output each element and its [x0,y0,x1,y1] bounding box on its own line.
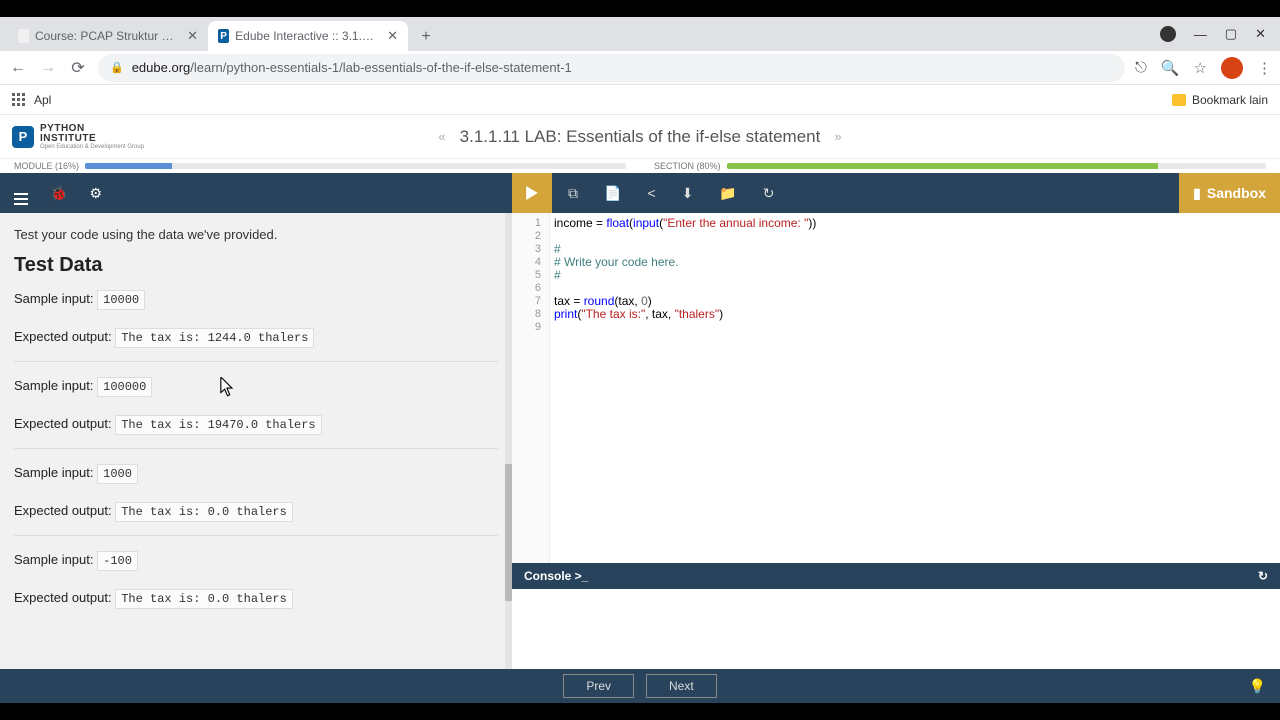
search-icon[interactable]: 🔍 [1161,59,1180,77]
sample-input-label: Sample input: [14,291,94,306]
apps-link[interactable]: Apl [34,93,51,107]
tab-label: Course: PCAP Struktur Data A 20 [35,29,175,43]
test-data-heading: Test Data [14,254,498,277]
editor-panel: ⧉ 📄 < ⬇ 📁 ↻ ▮ Sandbox 123456789 income =… [512,173,1280,669]
expected-output-label: Expected output: [14,416,112,431]
expected-output-value: The tax is: 1244.0 thalers [115,328,314,348]
back-button[interactable]: ← [8,58,28,78]
profile-avatar[interactable] [1221,57,1243,79]
menu-icon[interactable]: ⋮ [1257,59,1272,77]
logo-subtext: Open Education & Development Group [40,144,144,150]
gear-icon[interactable]: ⚙ [89,185,102,202]
forward-button[interactable]: → [38,58,58,78]
sandbox-button[interactable]: ▮ Sandbox [1179,173,1280,213]
prev-lesson-icon[interactable]: « [438,129,445,144]
module-progress-bar [85,163,626,169]
browser-tabstrip: Course: PCAP Struktur Data A 20 ✕ P Edub… [0,17,1280,51]
window-controls: — ▢ ✕ [1160,17,1276,51]
next-button[interactable]: Next [646,674,717,698]
console-refresh-icon[interactable]: ↻ [1258,569,1268,583]
other-bookmarks[interactable]: Bookmark lain [1192,93,1268,107]
lock-icon: 🔒 [110,61,124,74]
instructions-panel: 🐞 ⚙ Test your code using the data we've … [0,173,512,669]
copy-icon[interactable]: ⧉ [568,185,578,202]
maximize-button[interactable]: ▢ [1225,26,1237,42]
sample-input-label: Sample input: [14,378,94,393]
tab-close-icon[interactable]: ✕ [187,28,198,44]
paste-icon[interactable]: 📄 [604,185,621,202]
section-progress-bar [727,163,1266,169]
expected-output-label: Expected output: [14,503,112,518]
bug-icon[interactable]: 🐞 [50,185,67,202]
sample-input-label: Sample input: [14,552,94,567]
instructions-content[interactable]: Test your code using the data we've prov… [0,213,512,669]
sandbox-label: Sandbox [1207,185,1266,201]
folder-icon[interactable]: 📁 [719,185,736,202]
expected-output-value: The tax is: 0.0 thalers [115,502,293,522]
scrollbar[interactable] [505,213,512,669]
line-gutter: 123456789 [512,213,550,563]
expected-output-label: Expected output: [14,329,112,344]
run-button[interactable] [512,173,552,213]
tab-label: Edube Interactive :: 3.1.1.11 LAB [235,29,375,43]
lesson-title-text: 3.1.1.11 LAB: Essentials of the if-else … [460,127,821,147]
sample-input-value: 10000 [97,290,145,310]
intro-text: Test your code using the data we've prov… [14,227,498,242]
new-tab-button[interactable]: + [412,23,440,51]
file-icon: ▮ [1193,185,1201,202]
sample-input-value: 100000 [97,377,152,397]
menu-icon[interactable] [14,182,28,205]
console-header: Console >_ ↻ [512,563,1280,589]
hint-icon[interactable]: 💡 [1249,678,1266,695]
sample-input-label: Sample input: [14,465,94,480]
site-header: P PYTHON INSTITUTE Open Education & Deve… [0,115,1280,159]
translate-icon[interactable]: ⎋ [1135,59,1147,76]
minimize-button[interactable]: — [1194,27,1207,42]
prev-button[interactable]: Prev [563,674,634,698]
bookmark-star-icon[interactable]: ☆ [1194,59,1207,77]
instructions-toolbar: 🐞 ⚙ [0,173,512,213]
expected-output-value: The tax is: 19470.0 thalers [115,415,321,435]
url-path: /learn/python-essentials-1/lab-essential… [190,60,572,75]
tab-close-icon[interactable]: ✕ [387,28,398,44]
progress-row: MODULE (16%) SECTION (80%) [0,159,1280,173]
url-domain: edube.org [132,60,191,75]
url-input[interactable]: 🔒 edube.org/learn/python-essentials-1/la… [98,54,1125,82]
editor-toolbar: ⧉ 📄 < ⬇ 📁 ↻ ▮ Sandbox [512,173,1280,213]
code-editor[interactable]: 123456789 income = float(input("Enter th… [512,213,1280,563]
sample-input-value: -100 [97,551,138,571]
share-icon[interactable]: < [647,185,655,202]
console-label: Console >_ [524,569,588,583]
next-lesson-icon[interactable]: » [834,129,841,144]
bookmarks-bar: Apl Bookmark lain [0,85,1280,115]
module-progress-label: MODULE (16%) [14,161,79,171]
tab-course[interactable]: Course: PCAP Struktur Data A 20 ✕ [8,21,208,51]
favicon-icon: P [218,29,229,43]
extension-icon[interactable] [1160,26,1176,42]
expected-output-value: The tax is: 0.0 thalers [115,589,293,609]
logo-badge-icon: P [12,126,34,148]
sample-input-value: 1000 [97,464,138,484]
lesson-title: « 3.1.1.11 LAB: Essentials of the if-els… [438,127,841,147]
address-bar: ← → ⟳ 🔒 edube.org/learn/python-essential… [0,51,1280,85]
download-icon[interactable]: ⬇ [682,185,694,202]
logo-text: INSTITUTE [40,134,144,144]
console-output[interactable] [512,589,1280,669]
section-progress-label: SECTION (80%) [654,161,721,171]
close-window-button[interactable]: ✕ [1255,26,1266,42]
apps-icon[interactable] [12,93,26,107]
logo[interactable]: P PYTHON INSTITUTE Open Education & Deve… [12,124,144,150]
reload-button[interactable]: ⟳ [68,58,88,78]
logo-text: PYTHON [40,124,144,134]
code-area[interactable]: income = float(input("Enter the annual i… [550,213,1280,563]
expected-output-label: Expected output: [14,590,112,605]
folder-icon [1172,94,1186,106]
tab-edube[interactable]: P Edube Interactive :: 3.1.1.11 LAB ✕ [208,21,408,51]
refresh-icon[interactable]: ↻ [763,185,775,202]
footer-nav: Prev Next 💡 [0,669,1280,703]
favicon-icon [18,29,29,43]
